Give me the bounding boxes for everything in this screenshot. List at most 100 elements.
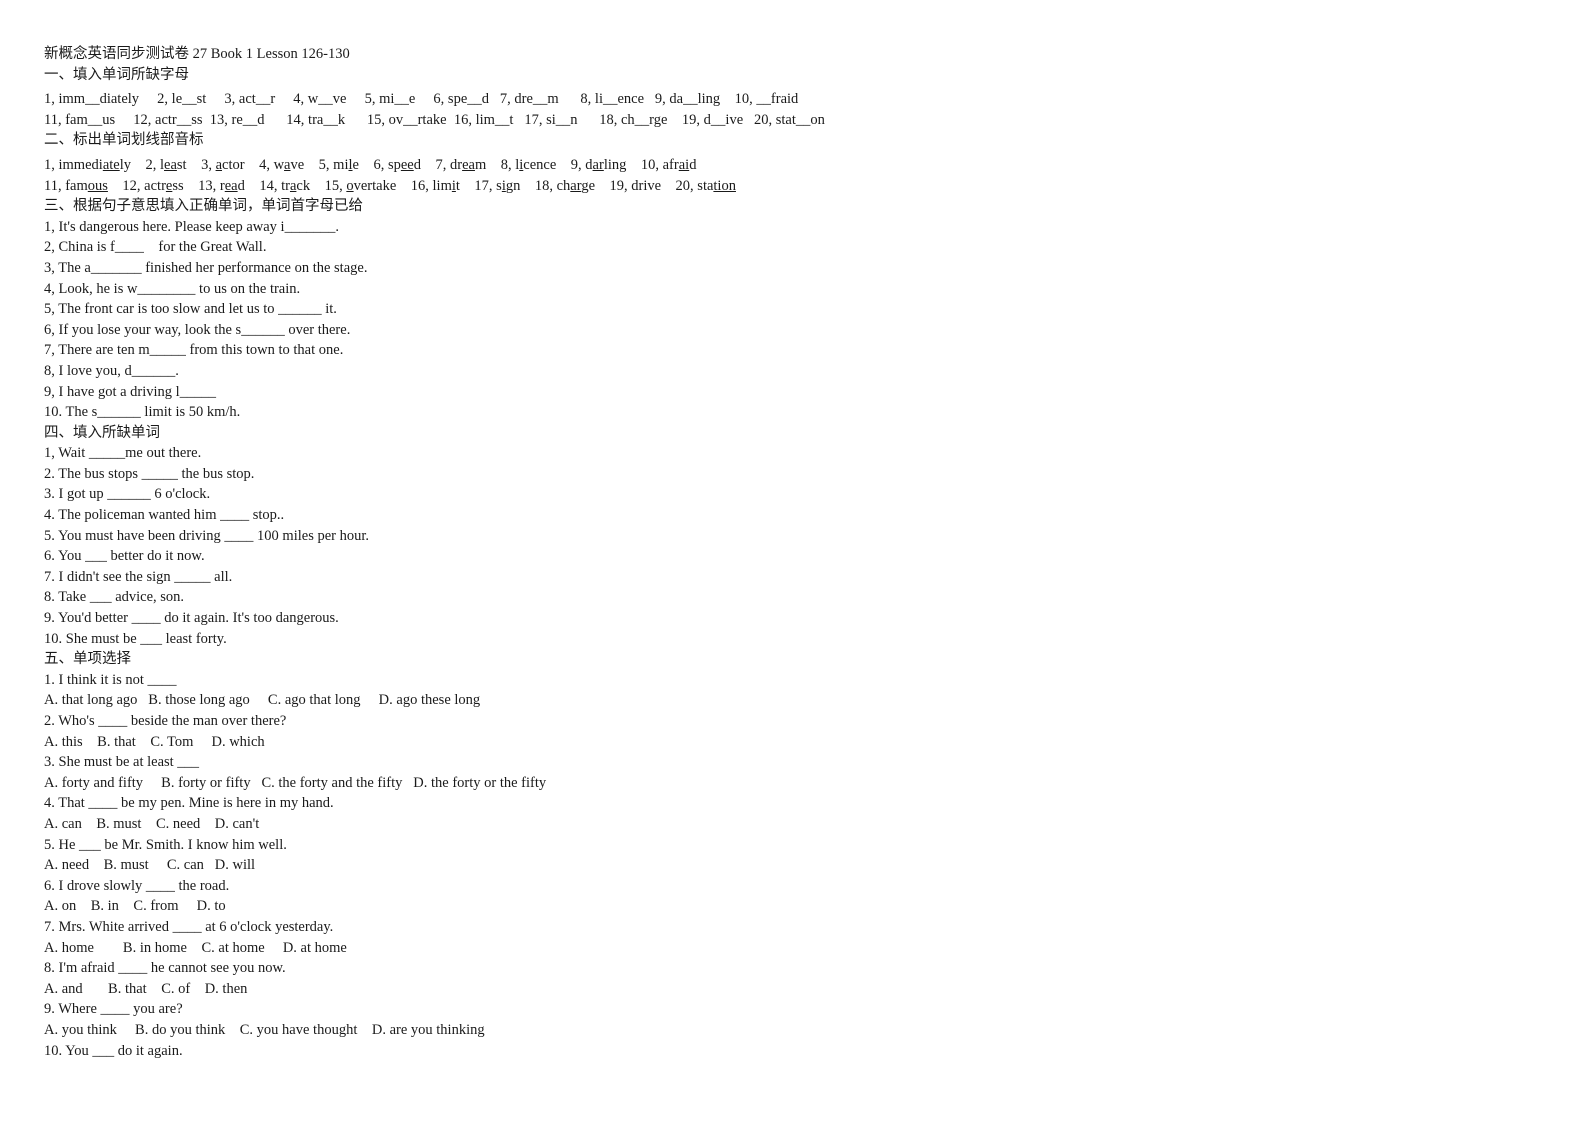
item-gap bbox=[396, 178, 411, 194]
question-options-4: A. can B. must C. need D. can't bbox=[44, 815, 260, 832]
item-number: 2, bbox=[145, 156, 160, 173]
section-2: 二、标出单词划线部音标 1, immediately 2, least 3, a… bbox=[44, 130, 1547, 196]
phonetic-word: 16, limit bbox=[411, 178, 460, 194]
section-4-lines: 1, Wait _____me out there. 2. The bus sto… bbox=[44, 443, 1547, 649]
item-gap bbox=[359, 157, 374, 173]
question-options-1: A. that long ago B. those long ago C. ag… bbox=[44, 692, 481, 709]
word-prefix: drive bbox=[631, 177, 662, 194]
section-3: 三、根据句子意思填入正确单词，单词首字母已给 1, It's dangerous… bbox=[44, 196, 1547, 423]
underlined-letters: tion bbox=[713, 177, 736, 194]
word-prefix: actr bbox=[144, 177, 166, 194]
section-3-item-1: 1, It's dangerous here. Please keep away… bbox=[44, 218, 339, 235]
word-prefix: dr bbox=[449, 156, 463, 173]
question-stem-1: 1. I think it is not ____ bbox=[44, 671, 177, 688]
section-4-item-4: 4. The policeman wanted him ____ stop.. bbox=[44, 507, 285, 524]
word-suffix: d bbox=[413, 156, 421, 173]
item-number: 7, bbox=[435, 156, 450, 173]
question-stem-10: 10. You ___ do it again. bbox=[44, 1042, 183, 1059]
section-3-item-4: 4, Look, he is w________ to us on the tr… bbox=[44, 280, 301, 297]
word-prefix: mi bbox=[333, 156, 349, 173]
item-gap bbox=[421, 157, 436, 173]
section-4-item-6: 6. You ___ better do it now. bbox=[44, 548, 205, 565]
phonetic-word: 11, famous bbox=[44, 178, 108, 194]
phonetic-word: 10, afraid bbox=[641, 157, 697, 173]
word-suffix: ctor bbox=[222, 156, 245, 173]
question-options-9: A. you think B. do you think C. you have… bbox=[44, 1021, 485, 1038]
section-4-item-3: 3. I got up ______ 6 o'clock. bbox=[44, 486, 211, 503]
question-options-7: A. home B. in home C. at home D. at home bbox=[44, 939, 347, 956]
word-prefix: sp bbox=[387, 156, 401, 173]
word-prefix: fam bbox=[65, 177, 88, 194]
item-number: 18, bbox=[534, 177, 557, 194]
phonetic-word: 1, immediately bbox=[44, 157, 131, 173]
section-1: 一、填入单词所缺字母 1, imm__diately 2, le__st 3, … bbox=[44, 65, 1547, 131]
item-number: 20, bbox=[675, 177, 698, 194]
word-prefix: w bbox=[273, 156, 285, 173]
section-3-item-7: 7, There are ten m_____ from this town t… bbox=[44, 342, 344, 359]
section-4-item-8: 8. Take ___ advice, son. bbox=[44, 589, 185, 606]
underlined-letters: o bbox=[346, 177, 354, 194]
word-suffix: ling bbox=[603, 156, 627, 173]
section-3-item-2: 2, China is f____ for the Great Wall. bbox=[44, 239, 267, 256]
section-2-heading: 二、标出单词划线部音标 bbox=[44, 132, 204, 149]
word-suffix: ly bbox=[119, 156, 131, 173]
word-prefix: lim bbox=[432, 177, 452, 194]
phonetic-word: 17, sign bbox=[474, 178, 520, 194]
question-options-2: A. this B. that C. Tom D. which bbox=[44, 733, 265, 750]
section-1-heading: 一、填入单词所缺字母 bbox=[44, 66, 189, 83]
item-gap bbox=[184, 178, 199, 194]
word-suffix: d bbox=[237, 177, 245, 194]
section-4-item-2: 2. The bus stops _____ the bus stop. bbox=[44, 465, 255, 482]
item-gap bbox=[310, 178, 325, 194]
item-gap bbox=[131, 157, 146, 173]
section-3-item-9: 9, I have got a driving l_____ bbox=[44, 383, 216, 400]
item-gap bbox=[556, 157, 571, 173]
word-suffix: st bbox=[176, 156, 187, 173]
word-prefix: tr bbox=[281, 177, 290, 194]
phonetic-word: 7, dream bbox=[435, 157, 486, 173]
question-stem-3: 3. She must be at least ___ bbox=[44, 754, 200, 771]
item-gap bbox=[245, 178, 260, 194]
phonetic-word: 4, wave bbox=[259, 157, 304, 173]
underlined-letters: ous bbox=[87, 177, 108, 194]
question-stem-9: 9. Where ____ you are? bbox=[44, 1001, 183, 1018]
section-4-item-5: 5. You must have been driving ____ 100 m… bbox=[44, 527, 370, 544]
section-4-item-10: 10. She must be ___ least forty. bbox=[44, 630, 227, 647]
word-prefix: immedi bbox=[58, 156, 103, 173]
item-number: 11, bbox=[44, 177, 66, 194]
section-2-line-1: 1, immediately 2, least 3, actor 4, wave… bbox=[44, 155, 1547, 176]
word-suffix: d bbox=[689, 156, 697, 173]
phonetic-word: 18, charge bbox=[535, 178, 595, 194]
word-prefix: d bbox=[585, 156, 593, 173]
phonetic-word: 8, licence bbox=[501, 157, 557, 173]
document-page: 新概念英语同步测试卷 27 Book 1 Lesson 126-130 一、填入… bbox=[0, 0, 1587, 1122]
question-stem-2: 2. Who's ____ beside the man over there? bbox=[44, 713, 287, 729]
question-options-6: A. on B. in C. from D. to bbox=[44, 898, 226, 915]
item-number: 8, bbox=[500, 156, 516, 173]
section-5: 五、单项选择 1. I think it is not ____ A. that … bbox=[44, 649, 1547, 1061]
underlined-letters: ai bbox=[678, 156, 690, 173]
item-number: 10, bbox=[640, 156, 663, 173]
item-number: 17, bbox=[474, 177, 497, 194]
phonetic-word: 6, speed bbox=[373, 157, 421, 173]
item-gap bbox=[486, 157, 501, 173]
document-title: 新概念英语同步测试卷 27 Book 1 Lesson 126-130 bbox=[44, 46, 350, 62]
word-prefix: ch bbox=[556, 177, 571, 194]
question-stem-4: 4. That ____ be my pen. Mine is here in … bbox=[44, 795, 334, 812]
item-number: 15, bbox=[324, 177, 347, 194]
question-stem-7: 7. Mrs. White arrived ____ at 6 o'clock … bbox=[44, 918, 334, 935]
underlined-letters: ee bbox=[400, 156, 414, 173]
phonetic-word: 12, actress bbox=[122, 178, 183, 194]
section-2-line-2: 11, famous 12, actress 13, read 14, trac… bbox=[44, 176, 1547, 197]
item-gap bbox=[661, 178, 676, 194]
section-4: 四、填入所缺单词 1, Wait _____me out there. 2. Th… bbox=[44, 423, 1547, 650]
item-gap bbox=[187, 157, 202, 173]
word-suffix: gn bbox=[505, 177, 521, 194]
item-gap bbox=[460, 178, 475, 194]
underlined-letters: ea bbox=[224, 177, 238, 194]
word-suffix: m bbox=[474, 156, 487, 173]
item-gap bbox=[108, 178, 123, 194]
section-3-item-10: 10. The s______ limit is 50 km/h. bbox=[44, 404, 241, 421]
item-gap bbox=[245, 157, 260, 173]
phonetic-word: 5, mile bbox=[319, 157, 359, 173]
